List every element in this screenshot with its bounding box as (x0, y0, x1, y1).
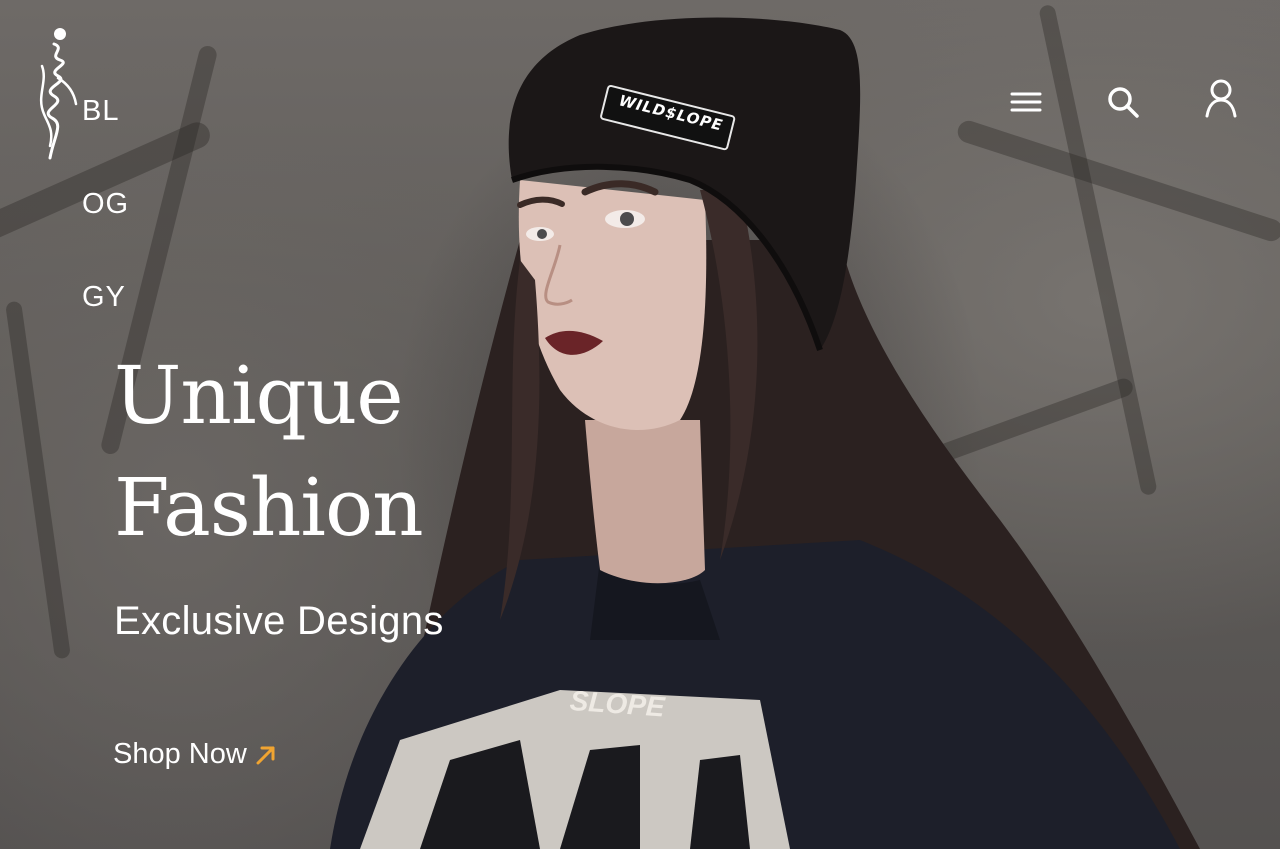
account-button[interactable] (1203, 79, 1239, 118)
logo-line-3: GY (82, 281, 126, 313)
blogy-logo[interactable]: BL OG GY (34, 26, 144, 313)
headline-line-2: Fashion (114, 461, 424, 554)
hero-subheadline: Exclusive Designs (114, 599, 444, 643)
search-button[interactable] (1105, 84, 1141, 120)
logo-wordmark: BL OG GY (82, 34, 129, 375)
shop-now-link[interactable]: Shop Now (113, 738, 277, 771)
menu-button[interactable] (1008, 84, 1044, 120)
arrow-up-right-icon (256, 746, 275, 764)
logo-line-1: BL (82, 95, 120, 127)
search-icon (1108, 87, 1139, 118)
shop-now-label: Shop Now (113, 738, 247, 770)
headline-line-1: Unique (114, 349, 404, 442)
user-icon (1205, 79, 1237, 118)
hero-headline: Unique Fashion (114, 340, 424, 564)
logo-figure-icon (39, 28, 78, 160)
hamburger-menu-icon (1010, 92, 1042, 112)
logo-line-2: OG (82, 188, 130, 220)
